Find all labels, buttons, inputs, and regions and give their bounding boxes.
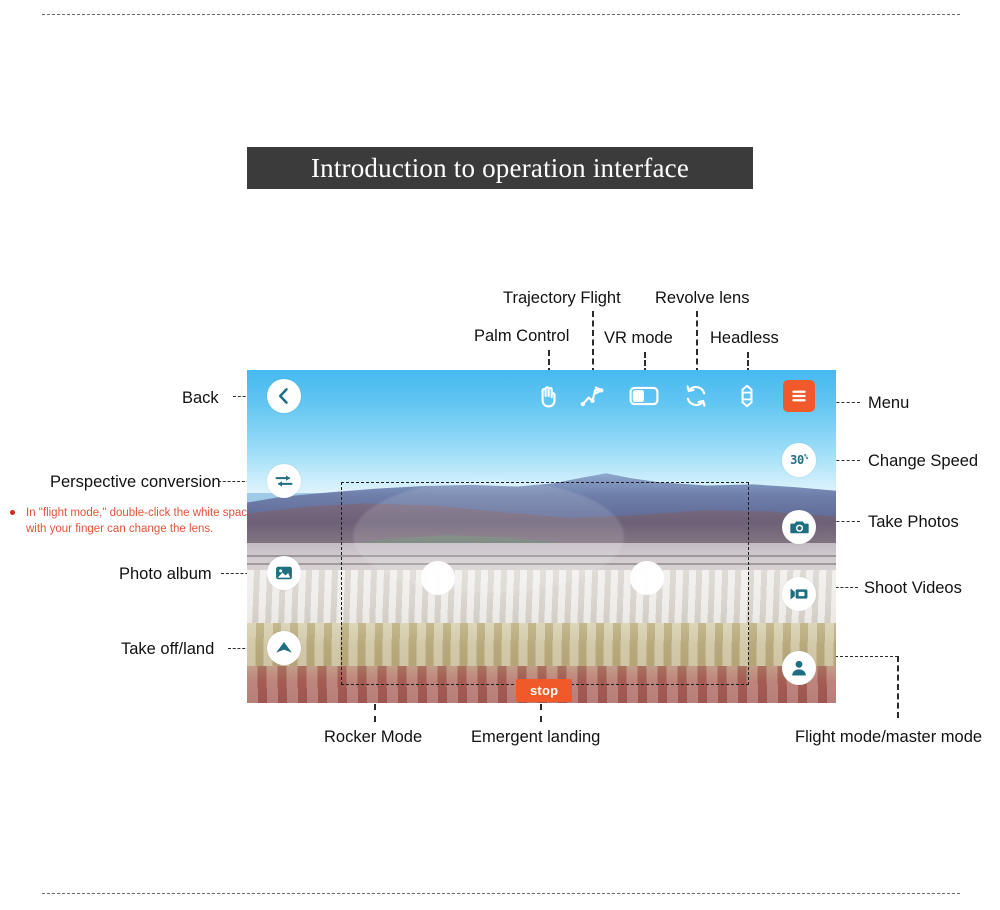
note-line-1: In "flight mode," double-click the white…	[26, 507, 254, 519]
leader-emergent-landing	[540, 704, 542, 722]
headless-mode-icon[interactable]	[732, 381, 762, 411]
take-photos-button[interactable]	[782, 510, 816, 544]
callout-label-shoot-videos: Shoot Videos	[864, 579, 962, 597]
take-off-land-button[interactable]	[267, 631, 301, 665]
page-root: Introduction to operation interface Palm…	[0, 0, 1000, 910]
change-speed-button[interactable]: 30%	[782, 443, 816, 477]
vr-goggles-icon[interactable]	[629, 381, 659, 411]
page-divider-top	[42, 14, 960, 15]
page-divider-bottom	[42, 893, 960, 894]
callout-label-back: Back	[182, 389, 219, 407]
callout-label-menu: Menu	[868, 394, 910, 412]
callout-label-headless: Headless	[710, 329, 779, 347]
palm-hand-icon[interactable]	[533, 381, 563, 411]
flight-mode-button[interactable]	[782, 651, 816, 685]
rocker-joystick-right[interactable]	[630, 561, 664, 595]
callout-label-vr-mode: VR mode	[604, 329, 673, 347]
back-button[interactable]	[267, 379, 301, 413]
callout-label-take-off-land: Take off/land	[121, 640, 215, 658]
menu-button[interactable]	[783, 380, 815, 412]
leader-flight-mode-vertical	[897, 656, 899, 718]
emergent-landing-stop-button[interactable]: stop	[516, 679, 573, 702]
callout-label-take-photos: Take Photos	[868, 513, 959, 531]
note-line-2: with your finger can change the lens.	[26, 523, 214, 535]
callout-label-palm-control: Palm Control	[474, 327, 570, 345]
page-title: Introduction to operation interface	[247, 147, 753, 189]
callout-label-perspective-conversion: Perspective conversion	[50, 473, 221, 491]
leader-trajectory-flight	[592, 311, 594, 374]
leader-rocker-mode	[374, 704, 376, 722]
callout-label-revolve-lens: Revolve lens	[655, 289, 750, 307]
perspective-conversion-button[interactable]	[267, 464, 301, 498]
callout-label-emergent-landing: Emergent landing	[471, 728, 601, 746]
callout-label-photo-album: Photo album	[119, 565, 212, 583]
callout-label-trajectory-flight: Trajectory Flight	[503, 289, 621, 307]
note-flight-mode: In "flight mode," double-click the white…	[10, 505, 256, 537]
note-bullet-icon	[10, 510, 15, 515]
callout-label-flight-mode: Flight mode/master mode	[795, 728, 983, 746]
shoot-videos-button[interactable]	[782, 577, 816, 611]
speed-value: 30%	[790, 453, 808, 467]
drone-app-preview-screen: 30% stop	[247, 370, 836, 703]
revolve-refresh-icon[interactable]	[681, 381, 711, 411]
trajectory-path-icon[interactable]	[577, 381, 607, 411]
rocker-joystick-left[interactable]	[421, 561, 455, 595]
leader-revolve-lens	[696, 311, 698, 374]
callout-label-change-speed: Change Speed	[868, 452, 979, 470]
callout-label-rocker-mode: Rocker Mode	[324, 728, 423, 746]
photo-lens-flare	[353, 479, 624, 594]
photo-album-button[interactable]	[267, 556, 301, 590]
